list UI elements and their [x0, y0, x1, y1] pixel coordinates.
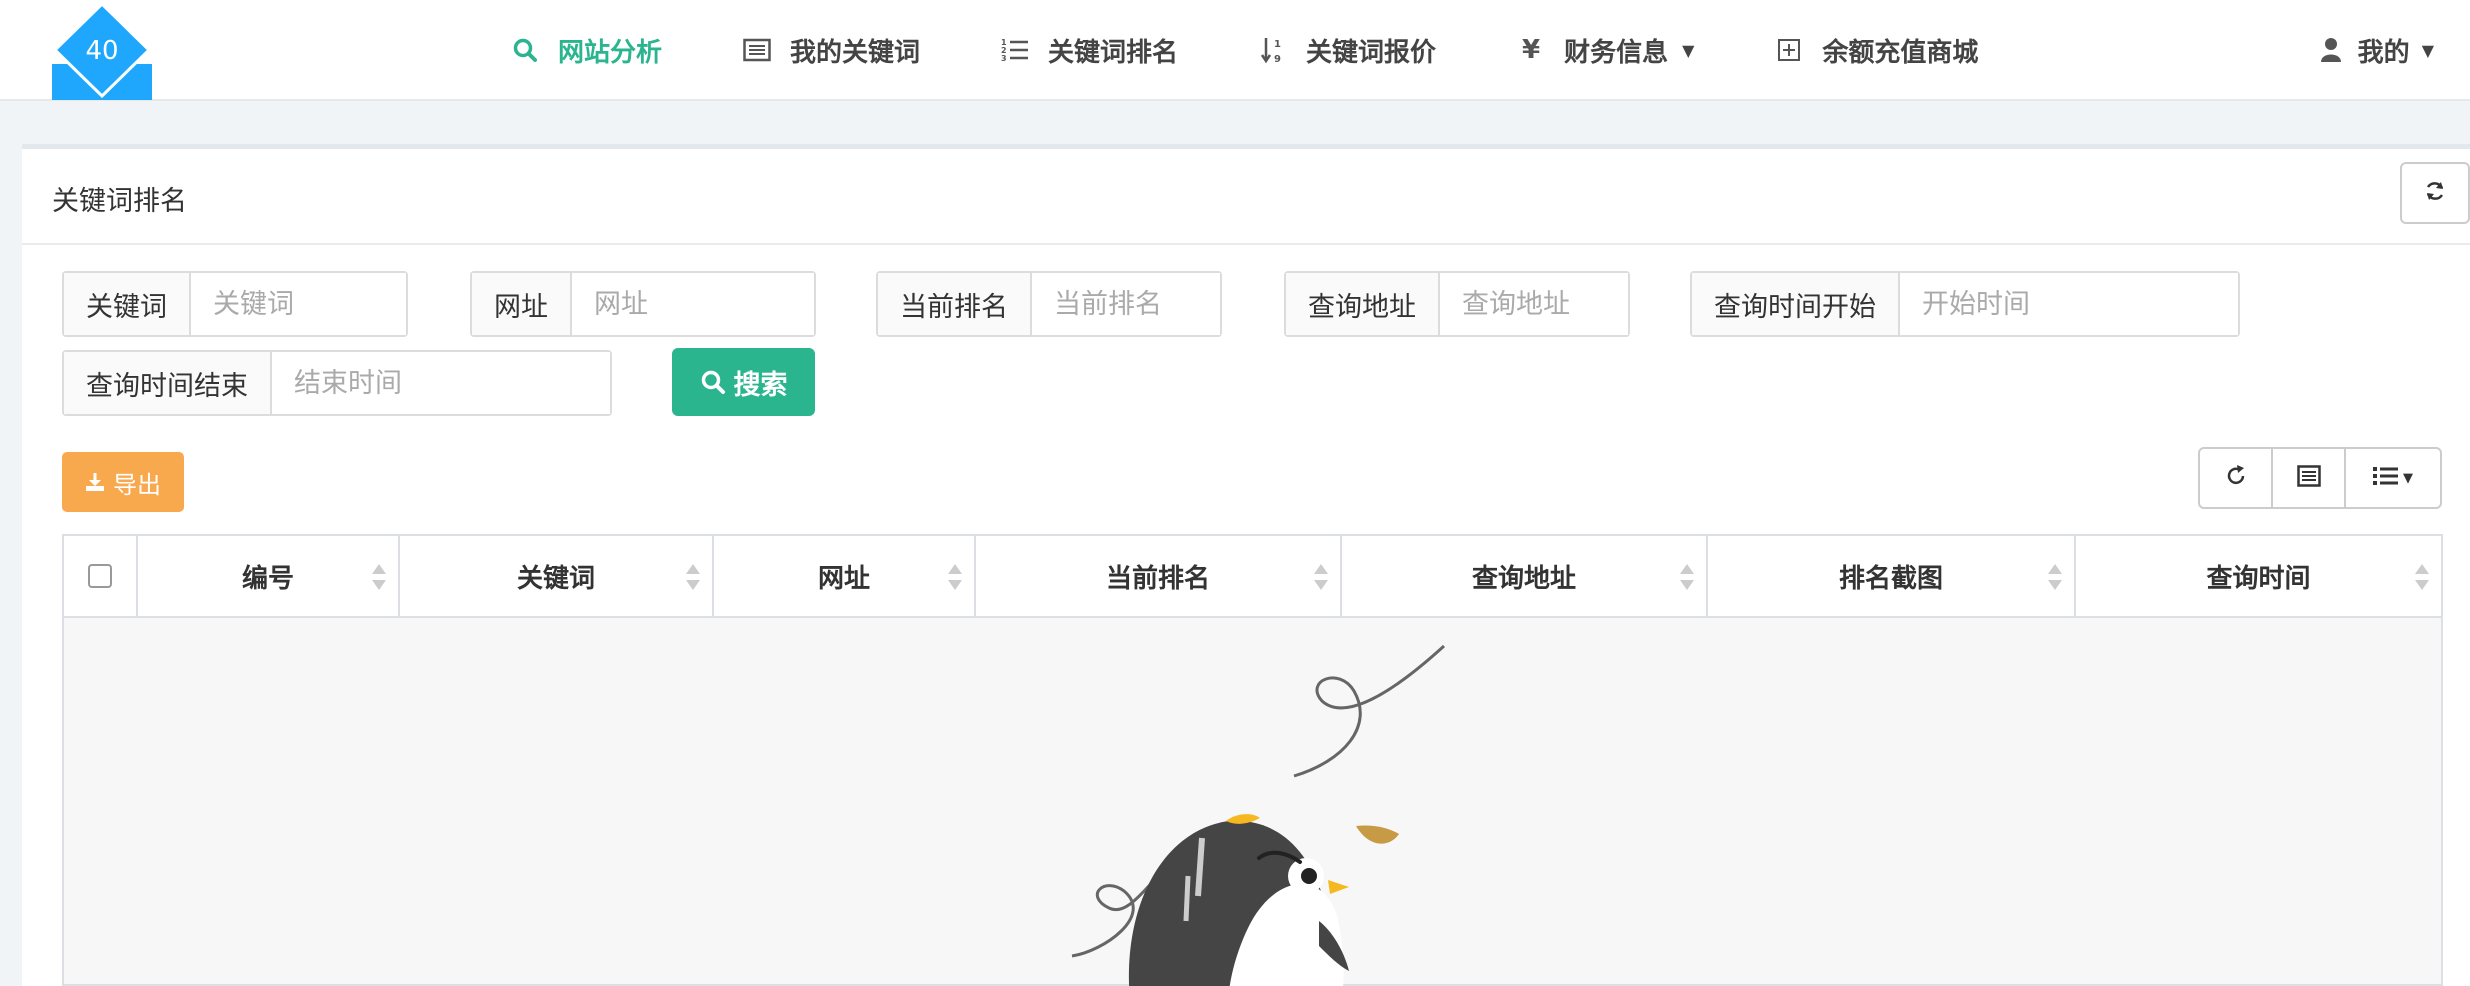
nav-item-recharge-mall[interactable]: 余额充值商城	[1774, 32, 1978, 69]
empty-state-penguin-illustration	[1071, 644, 1446, 986]
search-icon	[700, 369, 726, 395]
filter-label: 查询时间结束	[64, 352, 272, 414]
query-address-input[interactable]	[1440, 273, 1628, 335]
top-navbar: 40 网站分析 我的关键词 123 关键词排名 19 关键词报价 ¥ 财务信息 …	[0, 0, 2470, 101]
download-icon	[85, 472, 105, 492]
filter-label: 关键词	[64, 273, 191, 335]
nav-item-keyword-quote[interactable]: 19 关键词报价	[1258, 32, 1436, 69]
logo-number: 40	[85, 36, 118, 66]
nav-item-my-keywords[interactable]: 我的关键词	[742, 32, 920, 69]
nav-item-finance[interactable]: ¥ 财务信息 ▼	[1516, 32, 1694, 69]
select-all-column	[64, 536, 138, 616]
logo[interactable]: 40	[52, 0, 152, 100]
sort-icon	[686, 564, 700, 590]
list-ol-icon: 123	[1000, 35, 1030, 65]
main-nav: 网站分析 我的关键词 123 关键词排名 19 关键词报价 ¥ 财务信息 ▼ 余…	[510, 0, 2058, 100]
url-input[interactable]	[572, 273, 814, 335]
caret-down-icon: ▼	[2421, 40, 2434, 60]
columns-dropdown-button[interactable]: ▼	[2346, 449, 2440, 507]
sort-icon	[372, 564, 386, 590]
sort-icon	[1680, 564, 1694, 590]
column-header[interactable]: 关键词	[400, 536, 714, 616]
search-icon	[510, 35, 540, 65]
nav-item-website-analysis[interactable]: 网站分析	[510, 32, 662, 69]
refresh-icon	[2424, 180, 2446, 206]
nav-label: 财务信息	[1564, 37, 1669, 68]
panel-heading: 关键词排名	[22, 149, 2470, 245]
filter-label: 查询地址	[1286, 273, 1440, 335]
plus-square-icon	[1774, 35, 1804, 65]
nav-label: 关键词报价	[1306, 37, 1437, 68]
toggle-view-button[interactable]	[2273, 449, 2346, 507]
query-address-filter: 查询地址	[1284, 271, 1630, 337]
url-filter: 网址	[470, 271, 816, 337]
refresh-table-button[interactable]	[2200, 449, 2273, 507]
current-rank-input[interactable]	[1032, 273, 1220, 335]
keyword-ranking-table: 编号 关键词 网址 当前排名 查询地址 排名截图 查询时间	[62, 534, 2443, 986]
column-header[interactable]: 查询时间	[2076, 536, 2441, 616]
filter-label: 当前排名	[878, 273, 1032, 335]
nav-label: 我的关键词	[790, 37, 921, 68]
nav-label: 余额充值商城	[1822, 37, 1979, 68]
export-button[interactable]: 导出	[62, 452, 184, 512]
sort-icon	[2048, 564, 2062, 590]
keyword-filter: 关键词	[62, 271, 408, 337]
search-button-label: 搜索	[733, 369, 788, 401]
nav-label: 关键词排名	[1048, 37, 1179, 68]
select-all-checkbox[interactable]	[88, 564, 112, 588]
yen-icon: ¥	[1522, 35, 1541, 65]
sort-numeric-icon: 19	[1258, 35, 1288, 65]
svg-text:9: 9	[1274, 54, 1281, 64]
panel-title: 关键词排名	[52, 186, 187, 217]
nav-item-keyword-ranking[interactable]: 123 关键词排名	[1000, 32, 1178, 69]
list-alt-icon	[2296, 465, 2321, 491]
table-toolbar: ▼	[2198, 447, 2442, 509]
refresh-icon	[2224, 464, 2248, 492]
current-rank-filter: 当前排名	[876, 271, 1222, 337]
user-menu[interactable]: 我的 ▼	[2320, 0, 2434, 100]
svg-text:3: 3	[1001, 54, 1007, 63]
sort-icon	[948, 564, 962, 590]
column-header[interactable]: 排名截图	[1708, 536, 2076, 616]
nav-label: 网站分析	[558, 37, 663, 68]
filter-label: 查询时间开始	[1692, 273, 1900, 335]
keyword-input[interactable]	[191, 273, 406, 335]
user-menu-label: 我的	[2357, 37, 2410, 68]
refresh-page-button[interactable]	[2400, 162, 2470, 224]
column-header[interactable]: 编号	[138, 536, 400, 616]
caret-down-icon: ▼	[2403, 470, 2413, 486]
export-button-label: 导出	[113, 470, 161, 499]
user-icon	[2320, 36, 2348, 64]
search-button[interactable]: 搜索	[672, 348, 815, 416]
list-alt-icon	[742, 35, 772, 65]
filter-label: 网址	[472, 273, 572, 335]
svg-text:1: 1	[1274, 39, 1281, 50]
sort-icon	[2415, 564, 2429, 590]
caret-down-icon: ▼	[1682, 40, 1695, 60]
end-time-input[interactable]	[272, 352, 610, 414]
column-header[interactable]: 网址	[714, 536, 976, 616]
start-time-input[interactable]	[1900, 273, 2238, 335]
query-start-time-filter: 查询时间开始	[1690, 271, 2240, 337]
query-end-time-filter: 查询时间结束	[62, 350, 612, 416]
list-icon	[2373, 465, 2399, 491]
